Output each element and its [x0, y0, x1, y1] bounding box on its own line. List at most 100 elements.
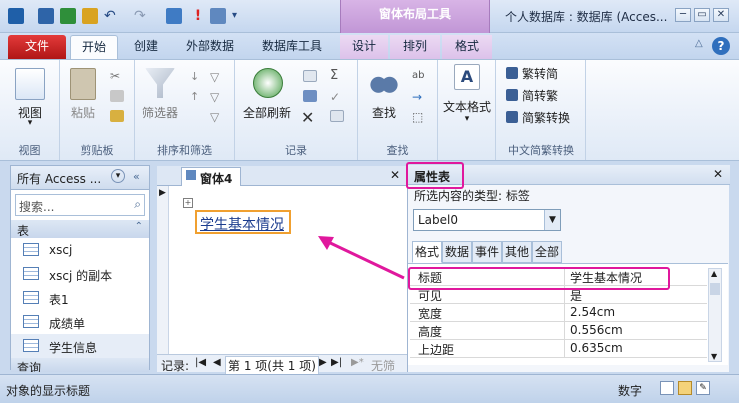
- next-record-icon[interactable]: ▶: [319, 357, 327, 368]
- prev-record-icon[interactable]: ◀: [213, 357, 221, 368]
- search-input[interactable]: 搜索...: [19, 198, 54, 215]
- nav-search-box[interactable]: 搜索... ⌕: [15, 194, 145, 216]
- delete-icon[interactable]: ✕: [301, 110, 319, 126]
- scroll-up-icon[interactable]: ▲: [711, 269, 717, 278]
- refresh-all-button[interactable]: 全部刷新: [235, 104, 299, 121]
- prop-row-height[interactable]: 高度 0.556cm: [410, 322, 707, 340]
- record-position[interactable]: 第 1 项(共 1 项): [225, 356, 319, 375]
- tab-external-data[interactable]: 外部数据: [175, 35, 245, 59]
- simp-to-trad-icon[interactable]: [506, 89, 518, 101]
- trad-to-simp-button[interactable]: 繁转简: [522, 65, 558, 82]
- prop-row-width[interactable]: 宽度 2.54cm: [410, 304, 707, 322]
- prop-value[interactable]: 0.635cm: [570, 341, 623, 355]
- list-item[interactable]: 学生信息: [11, 334, 149, 358]
- first-record-icon[interactable]: |◀: [195, 357, 206, 368]
- more-icon[interactable]: [330, 110, 344, 122]
- chevron-down-icon[interactable]: ▼: [544, 210, 560, 230]
- cut-icon[interactable]: ✂: [110, 70, 124, 82]
- prop-value[interactable]: 2.54cm: [570, 305, 615, 319]
- conversion-icon[interactable]: [506, 111, 518, 123]
- advanced-filter-icon[interactable]: ▽: [210, 90, 224, 104]
- nav-group-tables[interactable]: 表 ⌃: [11, 220, 149, 238]
- nav-header[interactable]: 所有 Access ... ▾ «: [11, 166, 149, 190]
- control-select[interactable]: Label0 ▼: [413, 209, 561, 231]
- nav-dropdown-icon[interactable]: ▾: [111, 169, 125, 183]
- propsheet-close-icon[interactable]: ✕: [713, 167, 723, 181]
- text-format-icon[interactable]: A: [454, 64, 480, 90]
- screen-icon[interactable]: [166, 8, 182, 24]
- last-record-icon[interactable]: ▶|: [331, 357, 342, 368]
- view-icon[interactable]: [15, 68, 45, 100]
- excel-icon[interactable]: [60, 8, 76, 24]
- prop-tab-data[interactable]: 数据: [442, 241, 472, 263]
- prop-row-top-margin[interactable]: 上边距 0.635cm: [410, 340, 707, 358]
- trad-to-simp-icon[interactable]: [506, 67, 518, 79]
- tab-format[interactable]: 格式: [442, 35, 492, 59]
- prop-tab-event[interactable]: 事件: [472, 241, 502, 263]
- sort-ascending-icon[interactable]: ↓: [190, 70, 204, 83]
- selection-filter-icon[interactable]: ▽: [210, 70, 224, 84]
- record-selector[interactable]: ▶: [157, 186, 169, 354]
- paste-icon[interactable]: [70, 68, 96, 100]
- scroll-thumb[interactable]: [710, 283, 720, 295]
- list-item[interactable]: 表1: [11, 286, 149, 310]
- new-record-nav-icon[interactable]: ▶*: [351, 357, 364, 368]
- form-view-icon[interactable]: [660, 381, 674, 395]
- find-button[interactable]: 查找: [358, 104, 410, 121]
- move-handle-icon[interactable]: +: [183, 198, 193, 208]
- minimize-ribbon-icon[interactable]: △: [695, 38, 711, 54]
- tab-design[interactable]: 设计: [340, 35, 388, 59]
- collapse-icon[interactable]: ⌃: [135, 221, 143, 232]
- goto-icon[interactable]: →: [412, 90, 426, 104]
- tab-create[interactable]: 创建: [122, 35, 170, 59]
- filter-button[interactable]: 筛选器: [135, 104, 185, 121]
- list-item[interactable]: 成绩单: [11, 310, 149, 334]
- refresh-all-icon[interactable]: [253, 68, 283, 98]
- prop-tab-format[interactable]: 格式: [412, 241, 442, 263]
- minimize-button[interactable]: ─: [675, 8, 691, 22]
- binoculars-icon[interactable]: [370, 68, 398, 96]
- tab-file[interactable]: 文件: [8, 35, 66, 59]
- simp-to-trad-button[interactable]: 简转繁: [522, 87, 558, 104]
- prop-tab-other[interactable]: 其他: [502, 241, 532, 263]
- help-icon[interactable]: ?: [712, 37, 730, 55]
- label-control[interactable]: 学生基本情况: [195, 210, 291, 234]
- replace-icon[interactable]: ab: [412, 70, 426, 82]
- exclamation-icon[interactable]: !: [190, 8, 206, 24]
- copy-icon[interactable]: [110, 90, 124, 102]
- nav-title[interactable]: 所有 Access ...: [17, 170, 101, 187]
- redo-icon[interactable]: ↷: [134, 8, 150, 24]
- new-record-icon[interactable]: [303, 70, 317, 82]
- customize-qat-icon[interactable]: ▾: [232, 8, 248, 24]
- close-button[interactable]: ✕: [713, 8, 729, 22]
- save-icon[interactable]: [38, 8, 54, 24]
- spelling-icon[interactable]: ✓: [330, 90, 344, 104]
- text-format-button[interactable]: 文本格式: [438, 98, 496, 115]
- prop-scrollbar[interactable]: ▲ ▼: [708, 268, 722, 362]
- access-logo-icon[interactable]: [8, 8, 24, 24]
- format-painter-icon[interactable]: [110, 110, 124, 122]
- list-item[interactable]: xscj 的副本: [11, 262, 149, 286]
- view-dropdown-icon[interactable]: ▾: [0, 118, 60, 128]
- paste-button[interactable]: 粘贴: [60, 104, 106, 121]
- undo-icon[interactable]: ↶: [104, 8, 120, 24]
- totals-icon[interactable]: Σ: [330, 69, 344, 82]
- conversion-button[interactable]: 简繁转换: [522, 109, 570, 126]
- text-format-dropdown-icon[interactable]: ▾: [438, 114, 496, 124]
- toggle-filter-icon[interactable]: ▽: [210, 110, 224, 124]
- select-icon[interactable]: ⬚: [412, 110, 426, 124]
- scroll-down-icon[interactable]: ▼: [711, 352, 717, 361]
- no-filter-indicator[interactable]: 无筛: [371, 357, 395, 374]
- tab-arrange[interactable]: 排列: [390, 35, 440, 59]
- tab-form4[interactable]: 窗体4: [181, 167, 241, 186]
- tab-database-tools[interactable]: 数据库工具: [250, 35, 334, 59]
- edit-icon[interactable]: [82, 8, 98, 24]
- maximize-button[interactable]: ▭: [694, 8, 710, 22]
- nav-group-queries[interactable]: 查询: [11, 358, 149, 372]
- filter-icon[interactable]: [145, 68, 175, 98]
- prop-value[interactable]: 0.556cm: [570, 323, 623, 337]
- tab-home[interactable]: 开始: [70, 35, 118, 59]
- prop-tab-all[interactable]: 全部: [532, 241, 562, 263]
- search-icon[interactable]: ⌕: [134, 197, 141, 212]
- save-record-icon[interactable]: [303, 90, 317, 102]
